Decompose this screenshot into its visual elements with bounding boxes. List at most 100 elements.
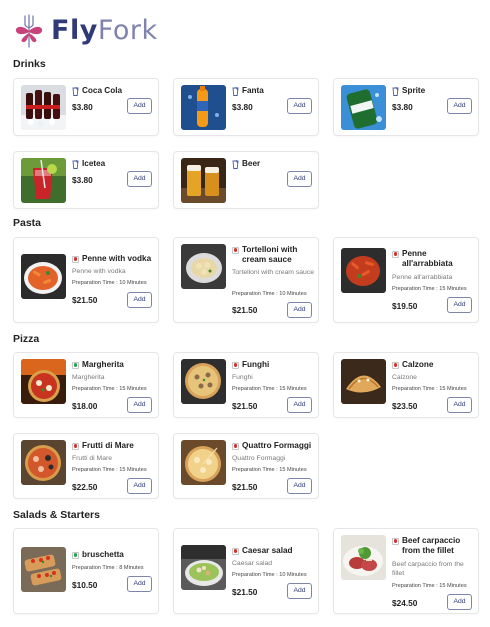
item-description: Frutti di Mare — [72, 455, 113, 462]
item-name: Tortelloni with cream sauce — [242, 245, 298, 264]
add-button[interactable]: Add — [287, 98, 312, 114]
penne-with-vodka-image — [21, 254, 66, 299]
non-veg-icon — [232, 361, 239, 369]
add-button[interactable]: Add — [447, 98, 472, 114]
add-button[interactable]: Add — [447, 297, 472, 313]
frutti-di-mare-image — [21, 440, 66, 485]
item-name: Beer — [242, 159, 261, 168]
add-button[interactable]: Add — [447, 397, 472, 413]
menu-item-card: Caesar salad Caesar salad Preparation Ti… — [173, 528, 319, 614]
drink-icon — [72, 87, 79, 96]
item-name: Icetea — [82, 159, 106, 168]
icetea-image — [21, 158, 66, 203]
brand-name-fork: Fork — [97, 14, 158, 46]
non-veg-icon — [232, 246, 239, 254]
quattro-formaggi-image — [181, 440, 226, 485]
item-prep-time: Preparation Time : 10 Minutes — [232, 291, 307, 297]
veg-icon — [72, 551, 79, 559]
item-description: Caesar salad — [232, 560, 273, 567]
add-button[interactable]: Add — [127, 397, 152, 413]
non-veg-icon — [72, 442, 79, 450]
item-price: $3.80 — [232, 102, 253, 112]
drink-icon — [232, 87, 239, 96]
item-name: Penne all'arrabbiata — [402, 249, 453, 268]
non-veg-icon — [392, 361, 399, 369]
menu-item-card: bruschetta Preparation Time : 8 Minutes … — [13, 528, 159, 614]
item-description: Beef carpaccio from the fillet — [392, 561, 464, 577]
veg-icon — [72, 361, 79, 369]
menu-item-card: Coca Cola $3.80 Add — [13, 78, 159, 136]
item-prep-time: Preparation Time : 15 Minutes — [232, 386, 307, 392]
item-price: $21.50 — [232, 482, 258, 492]
brand-name-fly: Fly — [51, 14, 98, 46]
item-name: Frutti di Mare — [82, 441, 134, 450]
non-veg-icon — [72, 255, 79, 263]
non-veg-icon — [232, 442, 239, 450]
item-prep-time: Preparation Time : 15 Minutes — [72, 386, 147, 392]
section-title-pizza: Pizza — [13, 333, 40, 345]
caesar-salad-image — [181, 545, 226, 590]
menu-item-card: Tortelloni with cream sauce Tortelloni w… — [173, 237, 319, 323]
add-button[interactable]: Add — [447, 594, 472, 610]
menu-item-card: Penne all'arrabbiata Penne all'arrabbiat… — [333, 237, 479, 323]
coca-cola-image — [21, 85, 66, 130]
funghi-image — [181, 359, 226, 404]
add-button[interactable]: Add — [127, 171, 152, 187]
add-button[interactable]: Add — [127, 292, 152, 308]
item-price: $3.80 — [72, 102, 93, 112]
item-price: $19.50 — [392, 301, 418, 311]
brand-name: FlyFork — [51, 15, 158, 46]
bruschetta-image — [21, 547, 66, 592]
menu-item-card: Icetea $3.80 Add — [13, 151, 159, 209]
item-name: Penne with vodka — [82, 254, 152, 263]
item-prep-time: Preparation Time : 15 Minutes — [232, 467, 307, 473]
item-description: Quattro Formaggi — [232, 455, 286, 462]
item-price: $3.80 — [392, 102, 413, 112]
item-description: Penne with vodka — [72, 268, 126, 275]
fork-logo-icon — [15, 14, 43, 48]
sprite-image — [341, 85, 386, 130]
item-name: Margherita — [82, 360, 124, 369]
item-name: Sprite — [402, 86, 426, 95]
item-price: $3.80 — [72, 175, 93, 185]
item-name: Fanta — [242, 86, 264, 95]
drink-icon — [72, 160, 79, 169]
add-button[interactable]: Add — [287, 478, 312, 494]
item-name: Coca Cola — [82, 86, 123, 95]
menu-item-card: Fanta $3.80 Add — [173, 78, 319, 136]
item-price: $21.50 — [72, 295, 98, 305]
item-prep-time: Preparation Time : 15 Minutes — [392, 286, 467, 292]
beer-image — [181, 158, 226, 203]
margherita-image — [21, 359, 66, 404]
menu-item-card: Beer Add — [173, 151, 319, 209]
add-button[interactable]: Add — [127, 98, 152, 114]
section-title-pasta: Pasta — [13, 217, 42, 229]
item-prep-time: Preparation Time : 8 Minutes — [72, 565, 144, 571]
item-price: $24.50 — [392, 598, 418, 608]
fanta-image — [181, 85, 226, 130]
add-button[interactable]: Add — [287, 302, 312, 318]
add-button[interactable]: Add — [287, 171, 312, 187]
item-name: Beef carpaccio from the fillet — [402, 536, 461, 555]
add-button[interactable]: Add — [127, 576, 152, 592]
add-button[interactable]: Add — [287, 397, 312, 413]
add-button[interactable]: Add — [287, 583, 312, 599]
menu-item-card: Penne with vodka Penne with vodka Prepar… — [13, 237, 159, 323]
item-price: $23.50 — [392, 401, 418, 411]
add-button[interactable]: Add — [127, 478, 152, 494]
menu-item-card: Funghi Funghi Preparation Time : 15 Minu… — [173, 352, 319, 418]
header: FlyFork — [12, 10, 158, 50]
item-prep-time: Preparation Time : 15 Minutes — [72, 467, 147, 473]
menu-item-card: Sprite $3.80 Add — [333, 78, 479, 136]
menu-item-card: Frutti di Mare Frutti di Mare Preparatio… — [13, 433, 159, 499]
item-price: $18.00 — [72, 401, 98, 411]
menu-item-card: Beef carpaccio from the fillet Beef carp… — [333, 528, 479, 614]
menu-item-card: Margherita Margherita Preparation Time :… — [13, 352, 159, 418]
menu-item-card: Calzone Calzone Preparation Time : 15 Mi… — [333, 352, 479, 418]
non-veg-icon — [232, 547, 239, 555]
item-description: Tortelloni with cream sauce — [232, 269, 314, 276]
tortelloni-image — [181, 244, 226, 289]
item-description: Margherita — [72, 374, 105, 381]
non-veg-icon — [392, 537, 399, 545]
item-prep-time: Preparation Time : 10 Minutes — [232, 572, 307, 578]
